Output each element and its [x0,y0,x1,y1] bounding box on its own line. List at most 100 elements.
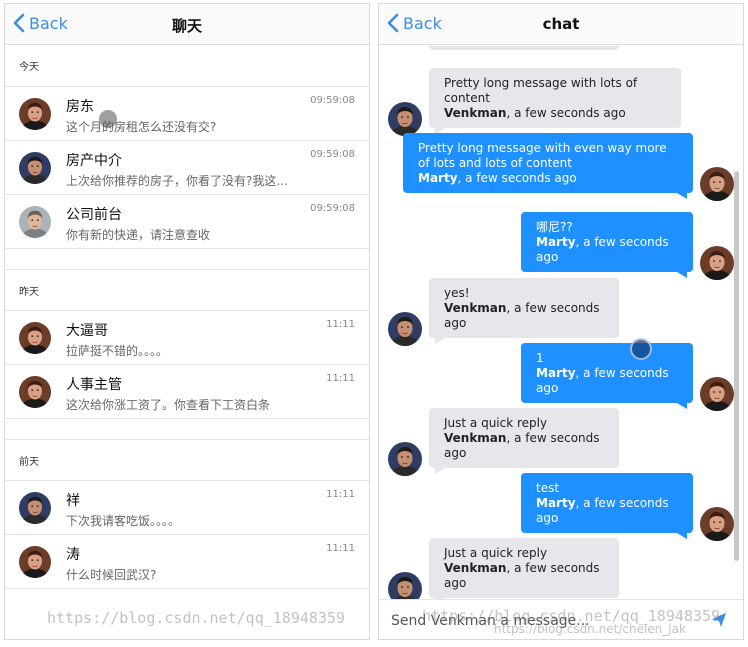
message-author: Marty [536,235,576,249]
message-text: Just a quick reply [444,416,548,430]
conversation-preview: 这个月的房租怎么还没有交? [66,120,217,134]
conversation-item[interactable]: 房东 这个月的房租怎么还没有交? 09:59:08 [5,87,369,141]
message-meta: Marty, a few seconds ago [536,366,681,396]
conversation-item[interactable]: 祥 下次我请客吃饭。。。。 11:11 [5,481,369,535]
message-text: test [536,481,560,495]
conversation-item[interactable]: 公司前台 你有新的快递，请注意查收 09:59:08 [5,195,369,249]
message-author: Marty [536,366,576,380]
message-meta: Marty, a few seconds ago [418,171,681,186]
message-text: yes! [444,286,470,300]
conversation-name: 祥 [66,493,80,509]
conversation-preview: 你有新的快递，请注意查收 [66,228,211,242]
message-input[interactable] [391,610,701,632]
message-meta: Marty, a few seconds ago [536,496,681,526]
chat-screen: Back chat Pretty long message with lots … [378,3,744,640]
message-outgoing[interactable]: Pretty long message with even way more o… [403,133,693,199]
conversation-preview: 下次我请客吃饭。。。。 [66,514,181,528]
message-bubble: test Marty, a few seconds ago [521,473,693,533]
message-text: 1 [536,351,544,365]
chevron-left-icon [387,13,399,33]
conversation-item[interactable]: 涛 什么时候回武汉? 11:11 [5,535,369,589]
message-bubble: 哪尼?? Marty, a few seconds ago [521,212,693,272]
avatar [19,492,51,524]
message-bubble: yes! Venkman, a few seconds ago [429,278,619,338]
meta-separator: , [506,431,515,445]
message-incoming[interactable]: Just a quick reply Venkman, a few seconds… [429,408,619,474]
message-avatar [388,442,422,476]
avatar [19,322,51,354]
conversation-list: 今天 房东 这个月的房租怎么还没有交? 09:59:08 房产中介 上次给你推荐… [5,45,369,589]
back-label: Back [403,13,442,33]
message-list[interactable]: Pretty long message with lots of content… [379,46,743,600]
conversation-list-screen: Back 聊天 今天 房东 这个月的房租怎么还没有交? 09:59:08 房产中… [4,3,370,640]
message-avatar [700,507,734,541]
avatar [19,206,51,238]
conversation-preview: 这次给你涨工资了。你查看下工资白条 [66,398,271,412]
avatar [19,98,51,130]
message-avatar [700,377,734,411]
meta-separator: , [457,171,466,185]
message-incoming[interactable]: Just a quick reply Venkman, a few seconds… [429,538,619,600]
conversation-item[interactable]: 人事主管 这次给你涨工资了。你查看下工资白条 11:11 [5,365,369,419]
conversation-time: 09:59:08 [310,149,355,160]
message-author: Venkman [444,431,507,445]
message-author: Venkman [444,106,507,120]
conversation-time: 09:59:08 [310,95,355,106]
meta-separator: , [506,301,515,315]
meta-separator: , [575,496,584,510]
message-author: Marty [536,496,576,510]
conversation-name: 大逼哥 [66,323,108,339]
message-author: Venkman [444,561,507,575]
conversation-preview: 什么时候回武汉? [66,568,157,582]
back-button[interactable]: Back [387,13,442,33]
conversation-name: 涛 [66,547,80,563]
message-outgoing[interactable]: test Marty, a few seconds ago [521,473,693,539]
chevron-left-icon [13,13,25,33]
conversation-item[interactable]: 大逼哥 拉萨挺不错的。。。。 11:11 [5,311,369,365]
right-navbar: Back chat [379,4,743,45]
avatar [19,152,51,184]
conversation-time: 09:59:08 [310,203,355,214]
message-avatar [388,572,422,600]
message-time: a few seconds ago [465,171,577,185]
message-meta: Venkman, a few seconds ago [444,106,669,121]
message-bubble: Just a quick reply Venkman, a few seconds… [429,408,619,468]
message-avatar [388,102,422,136]
back-button[interactable]: Back [13,13,68,33]
meta-separator: , [575,235,584,249]
message-bubble: Pretty long message with lots of content… [429,68,681,128]
back-label: Back [29,13,68,33]
avatar [19,376,51,408]
message-outgoing[interactable]: 哪尼?? Marty, a few seconds ago [521,212,693,278]
message-text: Pretty long message with even way more o… [418,141,667,170]
message-incoming[interactable]: Pretty long message with lots of content… [429,68,681,134]
section-header-day-before: 前天 [5,439,369,481]
meta-separator: , [506,561,515,575]
section-header-yesterday: 昨天 [5,269,369,311]
message-meta: Venkman, a few seconds ago [444,431,607,461]
message-time: a few seconds ago [514,106,626,120]
message-avatar [388,312,422,346]
message-outgoing[interactable]: 1 Marty, a few seconds ago [521,343,693,409]
send-button[interactable] [711,612,727,632]
message-meta: Marty, a few seconds ago [536,235,681,265]
message-bubble: 1 Marty, a few seconds ago [521,343,693,403]
conversation-preview: 拉萨挺不错的。。。。 [66,344,169,358]
message-avatar [700,167,734,201]
scrollbar[interactable] [734,171,739,561]
message-meta: Venkman, a few seconds ago [444,301,607,331]
conversation-name: 房产中介 [66,153,122,169]
send-icon [712,613,726,627]
conversation-time: 11:11 [326,489,355,500]
conversation-item[interactable]: 房产中介 上次给你推荐的房子，你看了没有?我这... 09:59:08 [5,141,369,195]
conversation-name: 公司前台 [66,207,122,223]
left-navbar: Back 聊天 [5,4,369,45]
message-author: Marty [418,171,458,185]
message-incoming[interactable]: yes! Venkman, a few seconds ago [429,278,619,344]
avatar [19,546,51,578]
message-bubble: Just a quick reply Venkman, a few seconds… [429,538,619,598]
conversation-name: 房东 [66,99,94,115]
previous-message-edge [429,46,619,50]
